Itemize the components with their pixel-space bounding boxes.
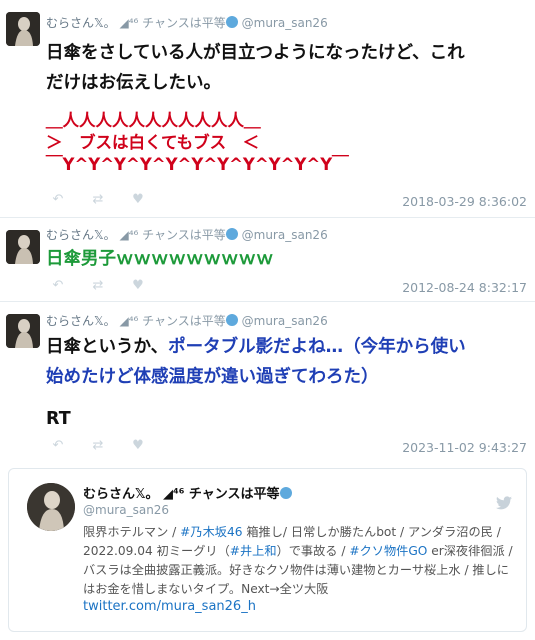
bio-text: ）で事故る / [276,544,350,558]
display-name[interactable]: むらさん𝕏。 [46,16,116,30]
tweet-3: むらさん𝕏。 ◢⁴⁶ チャンスは平等 @mura_san26 日傘というか、ポー… [0,302,535,462]
retweet-icon[interactable]: ⇄ [90,278,106,293]
timestamp[interactable]: 2018-03-29 8:36:02 [402,194,527,209]
handle[interactable]: @mura_san26 [242,314,328,328]
tweet-2: むらさん𝕏。 ◢⁴⁶ チャンスは平等 @mura_san26 日傘男子ｗｗｗｗｗ… [0,218,535,302]
profile-name[interactable]: むらさん𝕏。 ◢⁴⁶ チャンスは平等 [83,483,292,502]
bio-line: 2022.09.04 初ミーグリ（#井上和）で事故る / #クソ物件GO er深… [83,542,523,561]
tweet-header: むらさん𝕏。 ◢⁴⁶ チャンスは平等 @mura_san26 [46,14,328,31]
avatar[interactable] [6,314,40,348]
twitter-bird-icon[interactable] [496,495,512,514]
display-name[interactable]: むらさん𝕏。 [46,228,116,242]
bio-text: 2022.09.04 初ミーグリ（ [83,544,230,558]
retweet-icon[interactable]: ⇄ [90,438,106,453]
verified-icon [225,228,238,240]
tweet-actions: ↶ ⇄ ♥ [50,192,146,207]
ascii-art: ＿人人人人人人人人人人人＿ ＞ ブスは白くてもブス ＜ ￣Y^Y^Y^Y^Y^Y… [46,110,349,176]
timestamp[interactable]: 2023-11-02 9:43:27 [402,440,527,455]
tweet-actions: ↶ ⇄ ♥ [50,278,146,293]
profile-handle[interactable]: @mura_san26 [83,503,169,517]
reply-icon[interactable]: ↶ [50,192,66,207]
hashtag-link[interactable]: #乃木坂46 [180,525,242,539]
tweet-text-line: 日傘をさしている人が目立つようになったけど、これ [46,43,465,63]
tweet-text-line: 日傘というか、ポータブル影だよね…（今年から使い [46,332,466,362]
ascii-art-bottom: ￣Y^Y^Y^Y^Y^Y^Y^Y^Y^Y^Y￣ [46,155,349,174]
timestamp[interactable]: 2012-08-24 8:32:17 [402,280,527,295]
bio-line: はお金を惜しまないタイプ。Next→全ツ大阪 [83,582,329,596]
bio-line: 限界ホテルマン / #乃木坂46 箱推し/ 日常しか勝たんbot / アンダラ沼… [83,523,523,542]
like-icon[interactable]: ♥ [130,278,146,293]
profile-avatar[interactable] [27,483,75,531]
avatar[interactable] [6,12,40,46]
tweet-text-highlight: ポータブル影だよね…（今年から使い [168,337,466,357]
reply-icon[interactable]: ↶ [50,278,66,293]
display-name[interactable]: むらさん𝕏。 [46,314,116,328]
profile-website-link[interactable]: twitter.com/mura_san26_h [83,599,256,614]
hashtag-link[interactable]: #井上和 [230,544,277,558]
handle[interactable]: @mura_san26 [242,16,328,30]
ascii-art-middle: ＞ ブスは白くてもブス ＜ [46,133,260,152]
tweet-text: 日傘をさしている人が目立つようになったけど、これ だけはお伝えしたい。 [46,38,465,98]
ascii-art-top: ＿人人人人人人人人人人人＿ [46,111,261,130]
tweet-actions: ↶ ⇄ ♥ [50,438,146,453]
tweet-header: むらさん𝕏。 ◢⁴⁶ チャンスは平等 @mura_san26 [46,312,328,329]
handle[interactable]: @mura_san26 [242,228,328,242]
display-suffix: ◢⁴⁶ チャンスは平等 [119,228,226,242]
retweet-label: RT [46,409,71,429]
bio-line: バスラは全曲披露正義派。好きなクソ物件は薄い建物とカーサ桜上水 / 推しに [83,563,509,577]
bio-text: 限界ホテルマン / [83,525,181,539]
verified-icon [225,16,238,28]
like-icon[interactable]: ♥ [130,192,146,207]
display-suffix: ◢⁴⁶ チャンスは平等 [119,16,226,30]
tweet-header: むらさん𝕏。 ◢⁴⁶ チャンスは平等 @mura_san26 [46,226,328,243]
tweet-text-highlight: 始めたけど体感温度が違い過ぎてわろた） [46,367,379,387]
retweet-icon[interactable]: ⇄ [90,192,106,207]
verified-icon [225,314,238,326]
tweet-text: 日傘というか、ポータブル影だよね…（今年から使い 始めたけど体感温度が違い過ぎて… [46,332,466,392]
bio-text: er深夜徘徊派 / [427,544,513,558]
profile-display-name: むらさん𝕏。 [83,487,159,502]
hashtag-link[interactable]: #クソ物件GO [349,544,427,558]
profile-display-suffix: ◢⁴⁶ チャンスは平等 [163,487,280,502]
reply-icon[interactable]: ↶ [50,438,66,453]
verified-icon [279,487,292,499]
profile-card[interactable]: むらさん𝕏。 ◢⁴⁶ チャンスは平等 @mura_san26 限界ホテルマン /… [8,468,527,632]
tweet-text: 日傘男子ｗｗｗｗｗｗｗｗｗ [46,249,274,269]
tweet-1: むらさん𝕏。 ◢⁴⁶ チャンスは平等 @mura_san26 日傘をさしている人… [0,0,535,218]
profile-bio: 限界ホテルマン / #乃木坂46 箱推し/ 日常しか勝たんbot / アンダラ沼… [83,523,523,599]
avatar[interactable] [6,230,40,264]
display-suffix: ◢⁴⁶ チャンスは平等 [119,314,226,328]
bio-text: 箱推し/ 日常しか勝たんbot / アンダラ沼の民 / [242,525,501,539]
tweet-text-line: だけはお伝えしたい。 [46,73,221,93]
tweet-text-plain: 日傘というか、 [46,337,169,357]
like-icon[interactable]: ♥ [130,438,146,453]
